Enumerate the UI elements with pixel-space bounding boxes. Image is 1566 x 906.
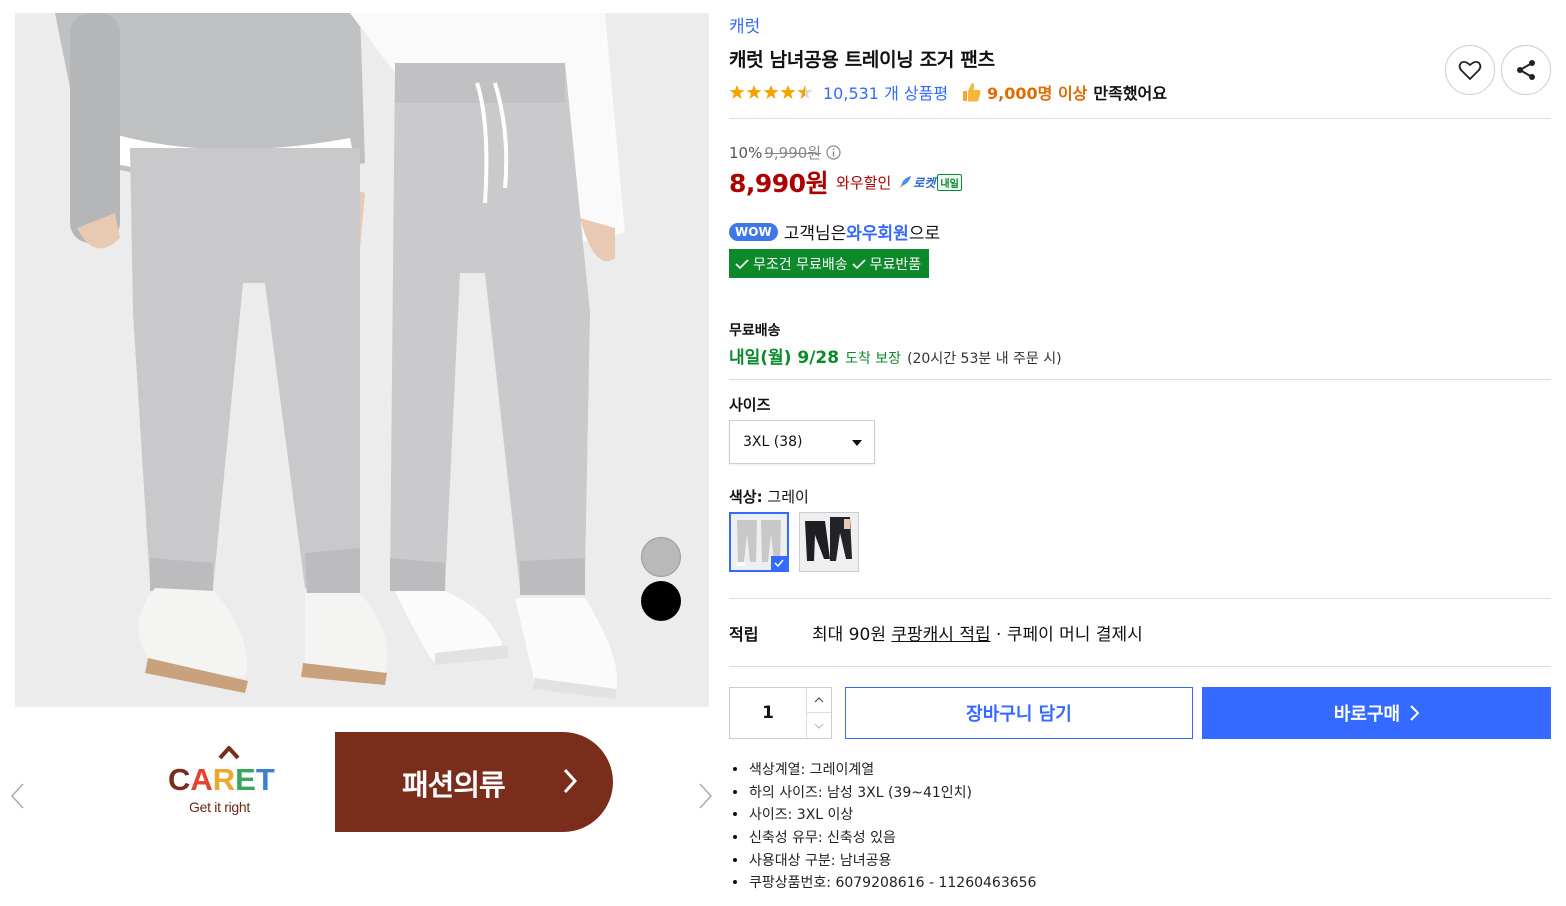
list-item: 사용대상 구분: 남녀공용 [733, 848, 1036, 871]
divider [729, 118, 1551, 119]
arrival-guarantee: 도착 보장 [845, 351, 902, 367]
rocket-icon [899, 176, 912, 188]
points-label: 적립 [729, 625, 759, 644]
satisfied-count: 9,000명 이상 [987, 84, 1088, 103]
wow-member-row: WOW 고객님은 와우회원 으로 [729, 219, 940, 244]
quantity-stepper: 1 [729, 687, 832, 739]
points-text: 최대 90원 쿠팡캐시 적립 · 쿠페이 머니 결제시 [812, 620, 1143, 645]
chevron-up-icon [814, 697, 824, 703]
divider [729, 379, 1551, 380]
product-photo [15, 13, 709, 707]
like-button[interactable] [1445, 45, 1495, 95]
caret-logo: CARET Get it right [155, 732, 335, 832]
banner-category-pill: 패션의류 [288, 732, 613, 832]
arrival-date: 내일(월) 9/28 [729, 348, 840, 368]
original-price-row: 10% 9,990원 [729, 142, 841, 163]
review-count-link[interactable]: 10,531 개 상품평 [823, 80, 948, 104]
share-icon [1517, 60, 1535, 80]
brand-banner[interactable]: 패션의류 CARET Get it right [155, 732, 613, 832]
heart-icon [1458, 60, 1482, 80]
chevron-right-icon [563, 768, 578, 794]
list-item: 색상계열: 그레이계열 [733, 758, 1036, 781]
black-pants-thumbnail [800, 513, 858, 571]
list-item: 신축성 유무: 신축성 있음 [733, 826, 1036, 849]
final-price-row: 8,990원 와우할인 로켓 내일 [729, 164, 962, 200]
shipping-row: 내일(월) 9/28 도착 보장 (20시간 53분 내 주문 시) [729, 343, 1062, 368]
share-button[interactable] [1501, 45, 1551, 95]
next-arrow-icon[interactable] [697, 783, 713, 809]
divider [729, 598, 1551, 599]
image-color-dot-black[interactable] [641, 581, 681, 621]
info-icon[interactable] [826, 145, 841, 160]
rating-row: 10,531 개 상품평 9,000명 이상 만족했어요 [729, 80, 1167, 104]
brand-link[interactable]: 캐럿 [729, 12, 760, 37]
dropdown-caret-icon [852, 440, 862, 446]
add-to-cart-label: 장바구니 담기 [966, 704, 1072, 725]
chevron-right-icon [1410, 705, 1420, 721]
free-shipping-text: 무조건 무료배송 [753, 256, 848, 273]
size-selected-value: 3XL (38) [743, 434, 803, 450]
check-icon [735, 258, 749, 269]
points-prefix: 최대 90원 [812, 625, 892, 645]
add-to-cart-button[interactable]: 장바구니 담기 [845, 687, 1193, 739]
banner-category-text: 패션의류 [402, 768, 506, 802]
wow-prefix: 고객님은 [783, 224, 847, 244]
color-option-black[interactable] [799, 512, 859, 572]
caret-tagline: Get it right [189, 799, 250, 815]
wow-sale-label: 와우할인 [836, 173, 892, 192]
wow-member-text: 와우회원 [846, 224, 909, 244]
caret-logo-text: CARET [168, 762, 275, 797]
buy-now-button[interactable]: 바로구매 [1202, 687, 1551, 739]
order-cutoff: (20시간 53분 내 주문 시) [907, 351, 1062, 367]
buy-now-label: 바로구매 [1333, 704, 1401, 725]
free-return-text: 무료반품 [869, 256, 922, 273]
delivery-day-badge: 내일 [937, 173, 962, 191]
size-label: 사이즈 [729, 396, 771, 414]
size-dropdown[interactable]: 3XL (38) [729, 420, 875, 464]
prev-arrow-icon[interactable] [10, 783, 26, 809]
final-price: 8,990원 [729, 169, 829, 198]
wow-suffix: 으로 [908, 224, 941, 244]
product-spec-list: 색상계열: 그레이계열 하의 사이즈: 남성 3XL (39~41인치) 사이즈… [733, 758, 1036, 894]
satisfied-text: 만족했어요 [1093, 84, 1167, 103]
coupang-cash-link[interactable]: 쿠팡캐시 적립 [891, 625, 990, 645]
product-title: 캐럿 남녀공용 트레이닝 조거 팬츠 [729, 49, 995, 71]
points-suffix: · 쿠페이 머니 결제시 [990, 625, 1143, 645]
list-item: 하의 사이즈: 남성 3XL (39~41인치) [733, 781, 1036, 804]
rocket-label: 로켓 [913, 175, 936, 190]
quantity-increase-button[interactable] [806, 688, 831, 713]
shipping-label: 무료배송 [729, 323, 781, 339]
chevron-down-icon [814, 723, 824, 729]
color-label: 색상: [729, 488, 763, 506]
rocket-delivery-badge: 로켓 내일 [897, 173, 962, 191]
color-option-gray[interactable] [729, 512, 789, 572]
quantity-decrease-button[interactable] [806, 713, 831, 738]
wow-badge: WOW [729, 222, 778, 241]
discount-rate: 10% [729, 143, 763, 162]
image-color-dot-gray[interactable] [641, 537, 681, 577]
color-selected-value: 그레이 [767, 488, 809, 506]
thumbs-up-icon [963, 83, 981, 102]
free-benefits-box: 무조건 무료배송 무료반품 [729, 249, 930, 278]
quantity-input[interactable]: 1 [730, 688, 806, 738]
divider [729, 666, 1551, 667]
caret-hat-icon [218, 746, 240, 760]
star-rating [729, 84, 815, 100]
original-price: 9,990원 [764, 144, 822, 162]
selected-check-icon [771, 556, 787, 570]
stars-icon [729, 85, 813, 99]
list-item: 사이즈: 3XL 이상 [733, 803, 1036, 826]
color-label-row: 색상: 그레이 [729, 486, 809, 507]
list-item: 쿠팡상품번호: 6079208616 - 11260463656 [733, 871, 1036, 894]
main-product-image[interactable] [15, 13, 709, 707]
check-icon [852, 258, 866, 269]
